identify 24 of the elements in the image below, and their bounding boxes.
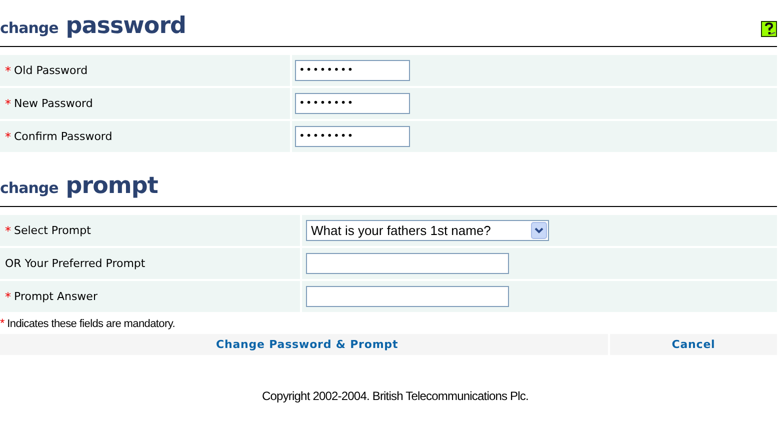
password-field[interactable]: •••••••• <box>295 126 410 147</box>
text-field[interactable] <box>306 286 509 307</box>
field-label: New Password <box>14 97 93 110</box>
prompt-dropdown[interactable]: What is your fathers 1st name? <box>306 220 549 241</box>
field-label: OR Your Preferred Prompt <box>5 257 146 270</box>
submit-button[interactable]: Change Password & Prompt <box>0 334 608 355</box>
password-field[interactable]: •••••••• <box>295 93 410 114</box>
field-label: Old Password <box>14 64 88 77</box>
required-mark: * <box>5 130 11 144</box>
section-title: change password <box>0 14 186 40</box>
required-mark: * <box>5 64 11 78</box>
password-field[interactable]: •••••••• <box>295 60 410 81</box>
text-field[interactable] <box>306 253 509 274</box>
required-mark: * <box>5 96 11 110</box>
field-label: Confirm Password <box>14 130 112 143</box>
mandatory-note: * Indicates these fields are mandatory. <box>0 316 176 330</box>
help-icon[interactable] <box>761 21 777 37</box>
required-mark: * <box>5 290 11 304</box>
cancel-button[interactable]: Cancel <box>610 334 777 355</box>
field-label: Select Prompt <box>14 224 91 237</box>
copyright-text: Copyright 2002-2004. British Telecommunications Plc. <box>261 389 530 403</box>
section-title: change prompt <box>0 174 158 200</box>
required-mark: * <box>5 224 11 238</box>
field-label: Prompt Answer <box>14 290 98 303</box>
